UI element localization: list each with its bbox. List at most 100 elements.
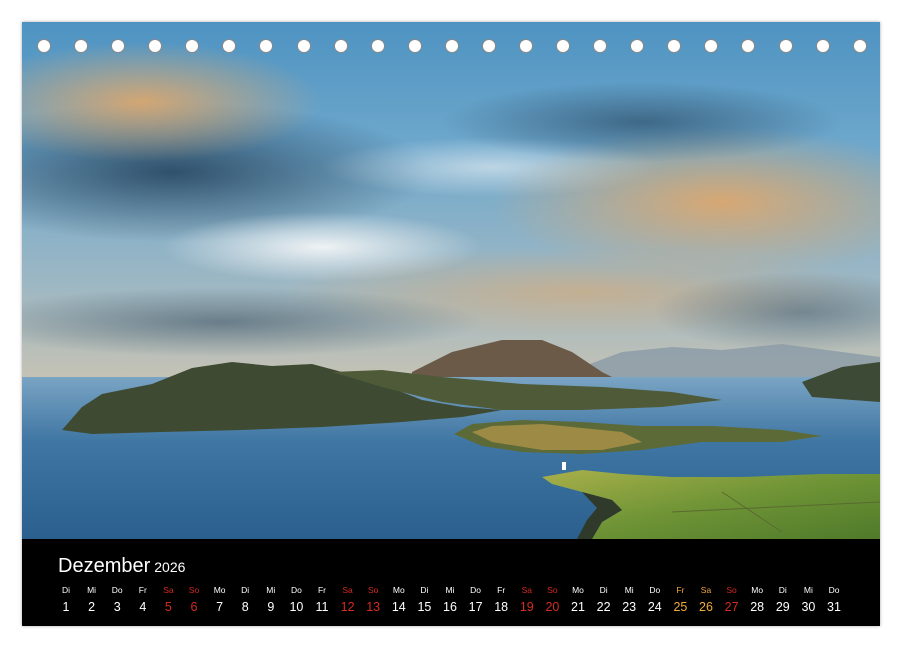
binding-ring xyxy=(296,39,311,53)
day-cell: Sa 19 xyxy=(515,583,539,617)
day-cell: Mo 28 xyxy=(745,583,769,617)
binding-ring xyxy=(444,39,459,53)
day-number: 13 xyxy=(366,600,381,614)
coastal-landscape-image xyxy=(22,22,880,539)
weekday-label: Mi xyxy=(445,585,455,595)
day-cell: Do 31 xyxy=(822,583,846,617)
day-cell: So 27 xyxy=(720,583,744,617)
day-grid: Di 1 Mi 2 Do 3 Fr 4 Sa 5 So 6 Mo 7 Di 8 Mi 9 Do 10 Fr 11 Sa 12 S… xyxy=(54,583,854,619)
day-number: 27 xyxy=(724,600,739,614)
weekday-label: Di xyxy=(599,585,608,595)
day-cell: So 13 xyxy=(361,583,385,617)
binding-ring xyxy=(778,39,793,53)
binding-ring xyxy=(593,39,608,53)
day-number: 31 xyxy=(827,600,841,614)
day-number: 25 xyxy=(673,600,688,614)
day-cell: Fr 11 xyxy=(310,583,334,617)
weekday-label: So xyxy=(547,585,558,595)
day-number: 10 xyxy=(289,600,304,614)
weekday-label: So xyxy=(188,585,200,595)
day-cell: Mo 7 xyxy=(208,583,232,617)
weekday-label: Mo xyxy=(213,585,226,595)
weekday-label: Fr xyxy=(497,585,506,595)
day-number: 30 xyxy=(801,600,816,614)
weekday-label: Do xyxy=(111,585,123,595)
day-number: 4 xyxy=(139,600,147,614)
day-cell: Fr 25 xyxy=(668,583,692,617)
weekday-label: Sa xyxy=(521,585,532,595)
weekday-label: Di xyxy=(61,585,71,595)
day-number: 12 xyxy=(340,600,355,614)
year-label: 2026 xyxy=(154,559,186,575)
weekday-label: Fr xyxy=(317,585,327,595)
day-cell: Di 15 xyxy=(412,583,436,617)
landscape-photo xyxy=(22,22,880,539)
day-cell: Mo 14 xyxy=(387,583,411,617)
weekday-label: Mi xyxy=(266,585,276,595)
binding-ring xyxy=(852,39,867,53)
day-number: 7 xyxy=(216,600,224,614)
day-cell: Mi 23 xyxy=(617,583,641,617)
weekday-label: Do xyxy=(828,585,840,595)
binding-ring xyxy=(222,39,237,53)
weekday-label: Mi xyxy=(87,585,97,595)
day-number: 18 xyxy=(494,600,509,614)
day-cell: Di 1 xyxy=(54,583,78,617)
month-title: Dezember 2026 xyxy=(58,555,185,578)
binding-ring xyxy=(815,39,830,53)
day-cell: Mi 9 xyxy=(259,583,283,617)
day-number: 14 xyxy=(391,600,406,614)
weekday-label: Sa xyxy=(163,585,174,595)
binding-ring xyxy=(407,39,422,53)
day-number: 22 xyxy=(596,600,611,614)
day-number: 21 xyxy=(571,600,585,614)
day-cell: Do 10 xyxy=(284,583,308,617)
day-number: 6 xyxy=(190,600,198,614)
binding-ring xyxy=(185,39,200,53)
binding-ring xyxy=(519,39,534,53)
weekday-label: Sa xyxy=(342,585,353,595)
weekday-label: Do xyxy=(649,585,661,595)
day-number: 3 xyxy=(113,600,121,614)
day-cell: Fr 18 xyxy=(489,583,513,617)
weekday-label: Sa xyxy=(700,585,712,595)
weekday-label: Mo xyxy=(392,585,405,595)
binding-rings xyxy=(37,39,867,55)
day-cell: Di 29 xyxy=(771,583,795,617)
binding-ring xyxy=(667,39,682,53)
day-number: 20 xyxy=(545,600,560,614)
binding-ring xyxy=(37,39,51,53)
day-cell: Mi 16 xyxy=(438,583,462,617)
month-name: Dezember xyxy=(58,555,151,577)
weekday-label: Fr xyxy=(138,585,147,595)
day-number: 2 xyxy=(88,600,96,614)
day-number: 23 xyxy=(622,600,637,614)
calendar-strip: Dezember 2026 Di 1 Mi 2 Do 3 Fr 4 Sa 5 So 6 Mo 7 Di 8 Mi 9… xyxy=(22,539,880,626)
day-cell: Do 24 xyxy=(643,583,667,617)
binding-ring xyxy=(741,39,756,53)
day-number: 16 xyxy=(443,600,457,614)
day-cell: Sa 5 xyxy=(156,583,180,617)
binding-ring xyxy=(481,39,496,53)
day-cell: Do 17 xyxy=(464,583,488,617)
binding-ring xyxy=(148,39,163,53)
day-cell: Di 22 xyxy=(592,583,616,617)
weekday-label: Mi xyxy=(624,585,634,595)
binding-ring xyxy=(111,39,126,53)
binding-ring xyxy=(74,39,89,53)
weekday-label: So xyxy=(726,585,737,595)
day-cell: Mo 21 xyxy=(566,583,590,617)
day-cell: Sa 12 xyxy=(336,583,360,617)
weekday-label: Mo xyxy=(751,585,764,595)
weekday-label: Di xyxy=(241,585,250,595)
day-cell: Do 3 xyxy=(105,583,129,617)
day-number: 9 xyxy=(267,600,275,614)
day-number: 17 xyxy=(468,600,483,614)
binding-ring xyxy=(370,39,385,53)
binding-ring xyxy=(259,39,274,53)
weekday-label: Fr xyxy=(676,585,685,595)
day-number: 19 xyxy=(519,600,534,614)
weekday-label: Di xyxy=(420,585,429,595)
day-number: 28 xyxy=(750,600,765,614)
day-cell: Sa 26 xyxy=(694,583,718,617)
